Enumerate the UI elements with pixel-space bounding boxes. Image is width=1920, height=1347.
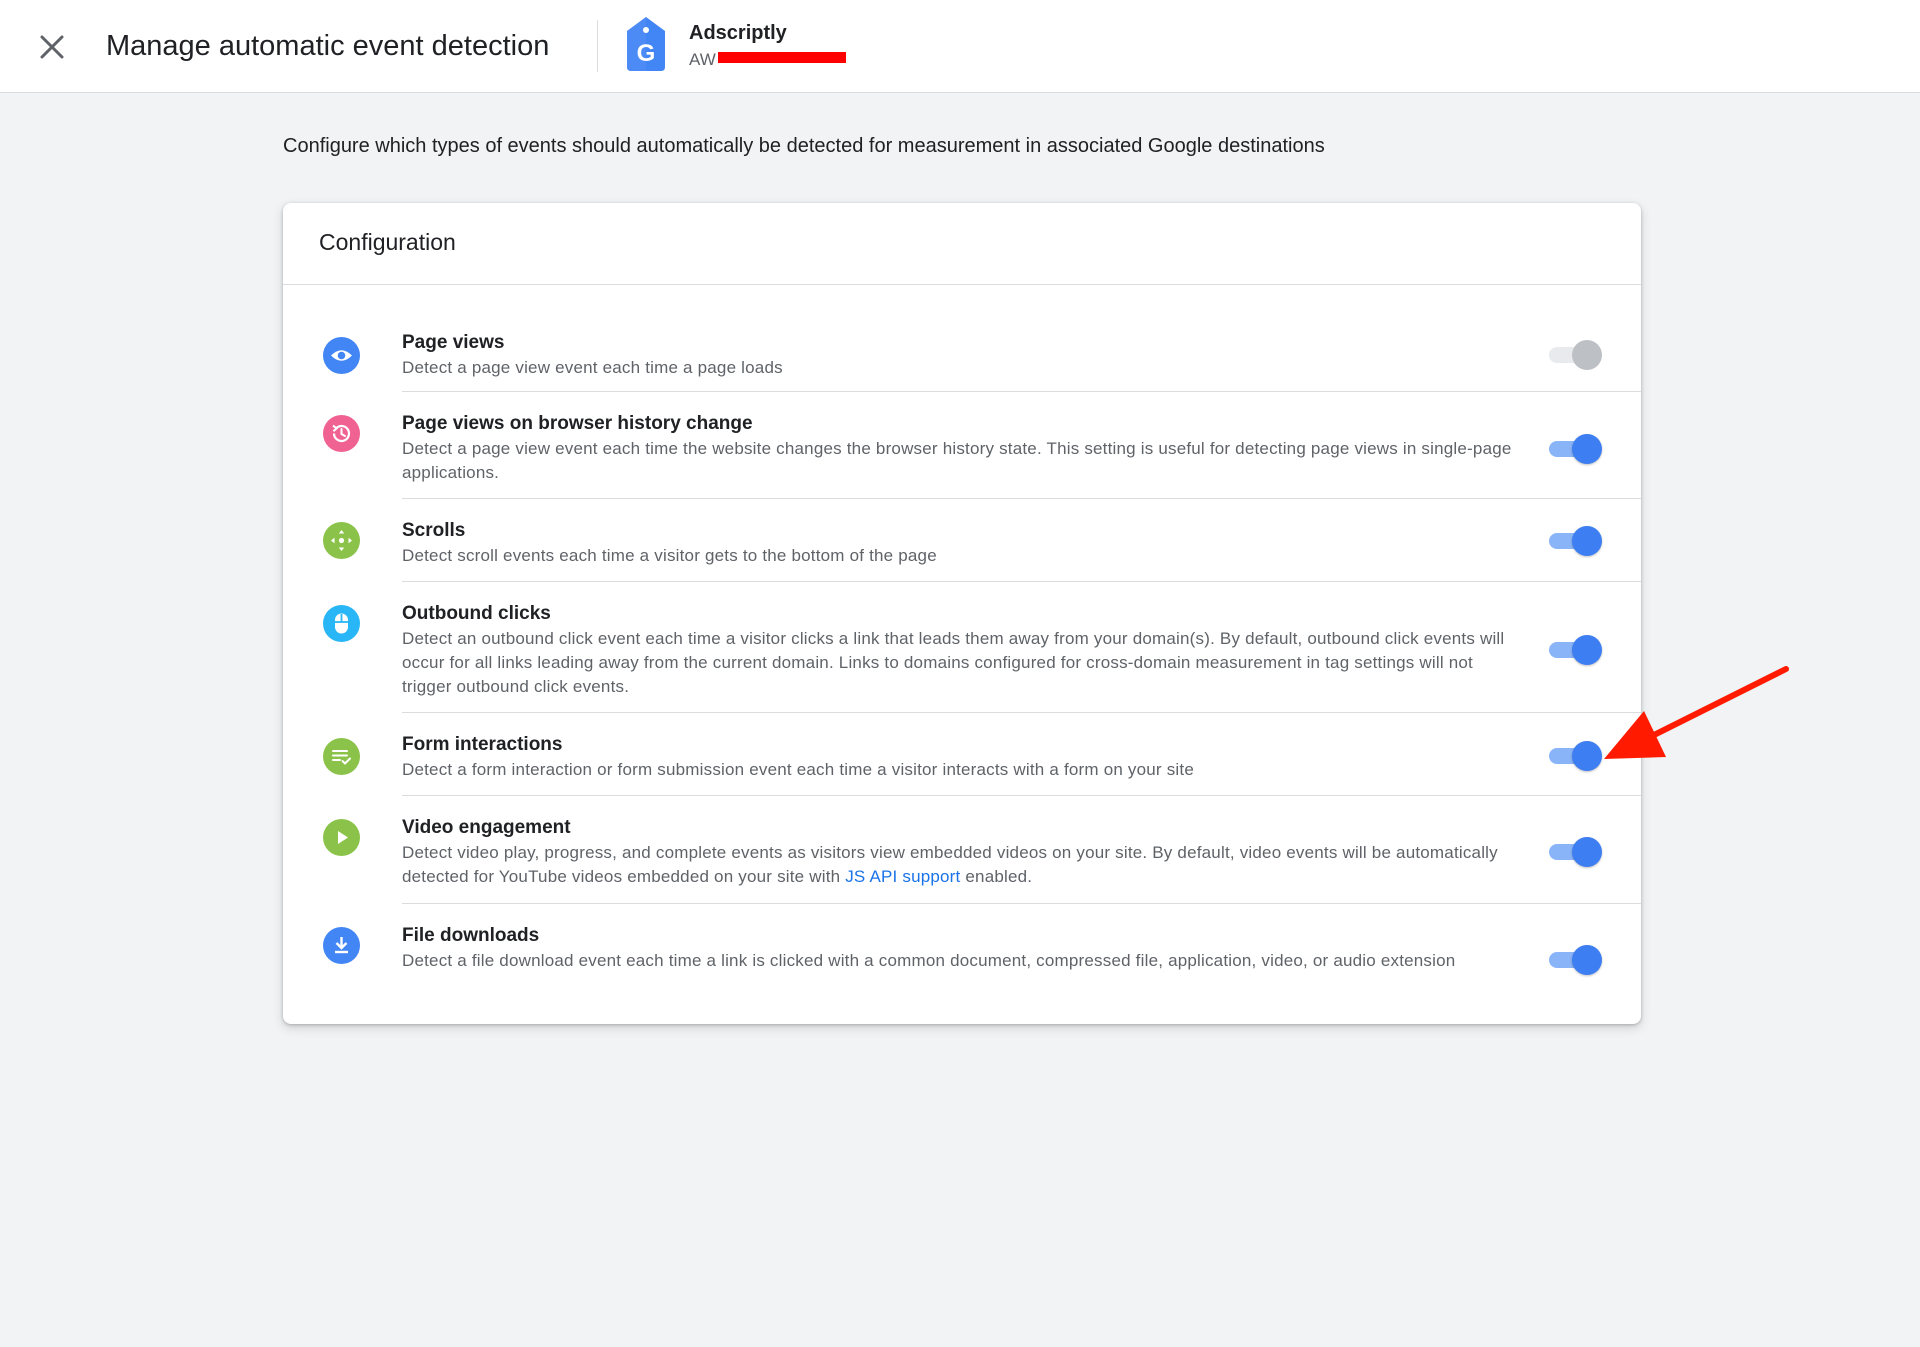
- intro-text: Configure which types of events should a…: [283, 135, 1325, 157]
- video-engagement-toggle[interactable]: [1547, 833, 1603, 869]
- js-api-support-link[interactable]: JS API support: [845, 867, 960, 886]
- redaction-mark: [718, 52, 846, 63]
- mouse-icon: [323, 605, 360, 642]
- setting-title: Video engagement: [402, 817, 571, 838]
- file-downloads-toggle[interactable]: [1547, 941, 1603, 977]
- setting-description: Detect an outbound click event each time…: [402, 629, 1505, 696]
- setting-description: Detect scroll events each time a visitor…: [402, 546, 937, 565]
- outbound-clicks-toggle[interactable]: [1547, 631, 1603, 667]
- card-title: Configuration: [319, 229, 456, 255]
- row-divider: [402, 581, 1641, 582]
- row-divider: [402, 498, 1641, 499]
- setting-title: File downloads: [402, 925, 540, 946]
- top-bar: Manage automatic event detection G Adscr…: [0, 0, 1920, 93]
- setting-title: Page views: [402, 332, 505, 353]
- setting-title: Page views on browser history change: [402, 413, 753, 434]
- setting-title: Outbound clicks: [402, 603, 551, 624]
- row-divider: [402, 712, 1641, 713]
- scroll-move-icon: [323, 522, 360, 559]
- row-divider: [402, 903, 1641, 904]
- row-divider: [402, 795, 1641, 796]
- setting-title: Scrolls: [402, 520, 466, 541]
- setting-description: Detect a file download event each time a…: [402, 951, 1456, 970]
- google-tag-icon: G: [623, 15, 669, 73]
- setting-description: Detect a page view event each time a pag…: [402, 358, 783, 377]
- play-icon: [323, 819, 360, 856]
- row-divider: [402, 391, 1641, 392]
- svg-text:G: G: [637, 40, 656, 67]
- annotation-arrow-icon: [1604, 666, 1789, 759]
- setting-description: Detect a page view event each time the w…: [402, 439, 1512, 482]
- setting-title: Form interactions: [402, 734, 563, 755]
- account-id: AW: [689, 50, 716, 69]
- card-header: Configuration: [283, 203, 1641, 285]
- configuration-card: Configuration Page views Detect a page v…: [283, 203, 1641, 1024]
- history-change-toggle[interactable]: [1547, 430, 1603, 466]
- download-icon: [323, 927, 360, 964]
- setting-description: Detect a form interaction or form submis…: [402, 760, 1194, 779]
- form-check-icon: [323, 738, 360, 775]
- header-divider: [597, 20, 598, 72]
- form-interactions-toggle[interactable]: [1547, 737, 1603, 773]
- account-name: Adscriptly: [689, 22, 787, 44]
- page-title: Manage automatic event detection: [106, 30, 550, 62]
- setting-description: Detect video play, progress, and complet…: [402, 841, 1512, 889]
- scrolls-toggle[interactable]: [1547, 522, 1603, 558]
- video-desc-suffix: enabled.: [960, 867, 1033, 886]
- close-button[interactable]: [34, 29, 70, 65]
- close-icon: [40, 35, 64, 59]
- history-icon: [323, 415, 360, 452]
- page-views-toggle[interactable]: [1547, 336, 1603, 372]
- eye-icon: [323, 337, 360, 374]
